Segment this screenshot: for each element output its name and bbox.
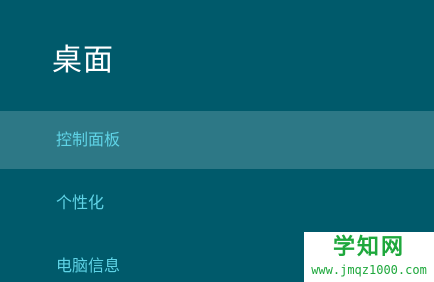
menu-item-control-panel[interactable]: 控制面板 — [0, 111, 434, 169]
menu-item-personalization[interactable]: 个性化 — [0, 174, 434, 232]
site-watermark: 学知网 www.jmqz1000.com — [304, 232, 434, 282]
watermark-title: 学知网 — [332, 235, 405, 260]
watermark-url: www.jmqz1000.com — [311, 263, 427, 277]
